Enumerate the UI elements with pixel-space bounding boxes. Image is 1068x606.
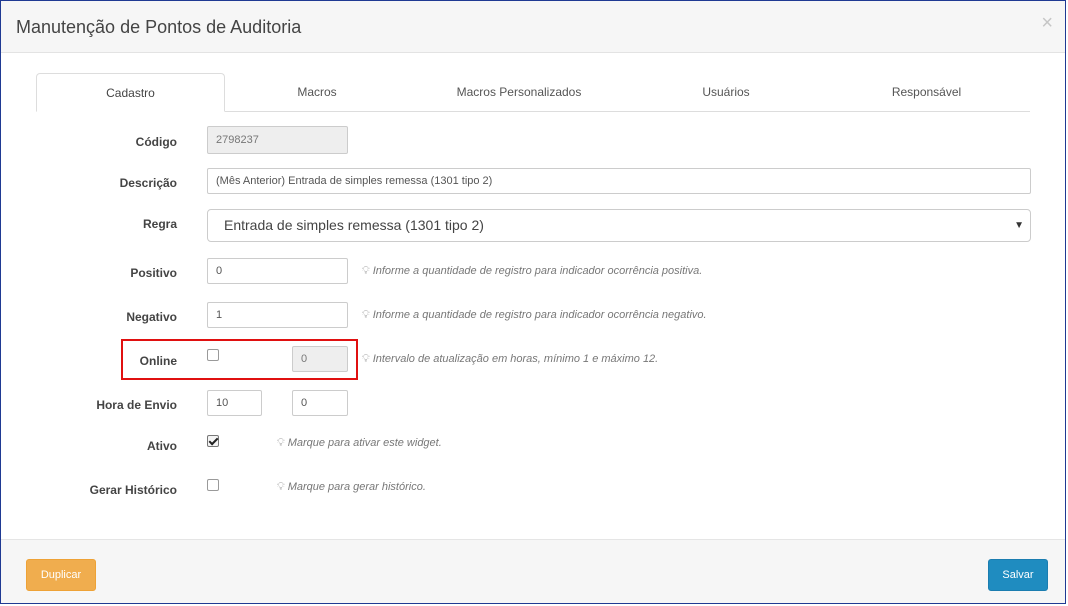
caret-down-icon: ▼ <box>1014 220 1024 231</box>
negativo-hint-text: Informe a quantidade de registro para in… <box>372 309 707 321</box>
regra-label: Regra <box>142 217 177 231</box>
lightbulb-icon: 💡︎ <box>277 481 285 493</box>
save-button[interactable]: Salvar <box>988 559 1048 591</box>
online-hint: 💡︎ Intervalo de atualização em horas, mín… <box>362 353 658 366</box>
modal-body: Cadastro Macros Macros Personalizados Us… <box>1 53 1065 539</box>
close-icon[interactable]: × <box>1041 13 1053 33</box>
tab-bar: Cadastro Macros Macros Personalizados Us… <box>36 73 1030 112</box>
negativo-field[interactable]: 1 <box>207 302 348 328</box>
lightbulb-icon: 💡︎ <box>362 353 370 365</box>
descricao-label: Descrição <box>119 176 177 190</box>
descricao-field[interactable]: (Mês Anterior) Entrada de simples remess… <box>207 168 1031 194</box>
hora-envio-label: Hora de Envio <box>96 398 177 412</box>
lightbulb-icon: 💡︎ <box>277 437 285 449</box>
tab-cadastro[interactable]: Cadastro <box>36 73 225 112</box>
tab-macros[interactable]: Macros <box>225 73 409 111</box>
lightbulb-icon: 💡︎ <box>362 265 370 277</box>
positivo-hint-text: Informe a quantidade de registro para in… <box>372 265 703 277</box>
modal-header: Manutenção de Pontos de Auditoria × <box>1 1 1065 53</box>
codigo-label: Código <box>135 135 177 149</box>
gerar-historico-hint-text: Marque para gerar histórico. <box>287 481 426 493</box>
tab-macros-personalizados[interactable]: Macros Personalizados <box>409 73 629 111</box>
modal-window: Manutenção de Pontos de Auditoria × Cada… <box>0 0 1066 604</box>
gerar-historico-label: Gerar Histórico <box>89 483 177 497</box>
gerar-historico-checkbox[interactable] <box>207 479 219 491</box>
modal-title: Manutenção de Pontos de Auditoria <box>16 17 302 37</box>
ativo-checkbox[interactable] <box>207 435 219 447</box>
ativo-label: Ativo <box>147 439 177 453</box>
positivo-label: Positivo <box>130 266 177 280</box>
positivo-field[interactable]: 0 <box>207 258 348 284</box>
gerar-historico-hint: 💡︎ Marque para gerar histórico. <box>277 481 426 494</box>
negativo-label: Negativo <box>126 310 177 324</box>
modal-footer: Duplicar Salvar <box>1 539 1065 603</box>
lightbulb-icon: 💡︎ <box>362 309 370 321</box>
regra-select[interactable]: Entrada de simples remessa (1301 tipo 2)… <box>207 209 1031 242</box>
duplicate-button[interactable]: Duplicar <box>26 559 96 591</box>
ativo-hint-text: Marque para ativar este widget. <box>287 437 442 449</box>
regra-selected-value: Entrada de simples remessa (1301 tipo 2) <box>224 217 484 233</box>
tab-responsavel[interactable]: Responsável <box>823 73 1030 111</box>
positivo-hint: 💡︎ Informe a quantidade de registro para … <box>362 265 702 278</box>
hora-envio-minute-field[interactable]: 0 <box>292 390 348 416</box>
online-hint-text: Intervalo de atualização em horas, mínim… <box>372 353 659 365</box>
hora-envio-hour-field[interactable]: 10 <box>207 390 262 416</box>
highlight-box <box>121 339 358 380</box>
tab-usuarios[interactable]: Usuários <box>629 73 823 111</box>
codigo-field: 2798237 <box>207 126 348 154</box>
negativo-hint: 💡︎ Informe a quantidade de registro para … <box>362 309 707 322</box>
ativo-hint: 💡︎ Marque para ativar este widget. <box>277 437 442 450</box>
